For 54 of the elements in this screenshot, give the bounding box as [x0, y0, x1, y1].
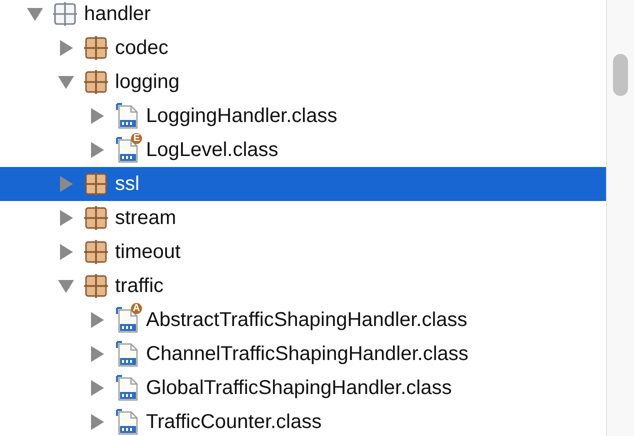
- tree-row[interactable]: traffic: [0, 269, 606, 303]
- tree-row[interactable]: ChannelTrafficShapingHandler.class: [0, 337, 606, 371]
- class-badge: A: [130, 303, 142, 314]
- tree-item-label: AbstractTrafficShapingHandler.class: [146, 308, 468, 332]
- expand-toggle-icon[interactable]: [89, 414, 105, 430]
- tree-row[interactable]: E LogLevel.class: [0, 133, 606, 167]
- package-icon: [83, 205, 109, 231]
- tree-row[interactable]: LoggingHandler.class: [0, 99, 606, 133]
- expand-toggle-icon[interactable]: [89, 346, 105, 362]
- tree-row[interactable]: GlobalTrafficShapingHandler.class: [0, 371, 606, 405]
- tree-item-label: GlobalTrafficShapingHandler.class: [146, 376, 452, 400]
- tree-row[interactable]: ssl: [0, 167, 606, 201]
- tree-item-label: timeout: [115, 240, 181, 264]
- tree-item-label: traffic: [115, 274, 164, 298]
- tree-item-label: logging: [115, 70, 180, 94]
- tree-row[interactable]: stream: [0, 201, 606, 235]
- tree-item-label: ChannelTrafficShapingHandler.class: [146, 342, 468, 366]
- tree-row[interactable]: TrafficCounter.class: [0, 405, 606, 436]
- tree-row[interactable]: handler: [0, 0, 606, 31]
- package-icon: [83, 171, 109, 197]
- expand-toggle-icon[interactable]: [89, 380, 105, 396]
- scroll-thumb[interactable]: [613, 54, 628, 96]
- class-file-icon: [114, 340, 140, 368]
- expand-toggle-icon[interactable]: [58, 210, 74, 226]
- tree-row[interactable]: logging: [0, 65, 606, 99]
- tree-item-label: TrafficCounter.class: [146, 410, 322, 434]
- package-icon: [83, 69, 109, 95]
- tree-item-label: stream: [115, 206, 176, 230]
- expand-toggle-icon[interactable]: [89, 142, 105, 158]
- expand-toggle-icon[interactable]: [89, 108, 105, 124]
- tree-item-label: LogLevel.class: [146, 138, 278, 162]
- class-file-icon: [114, 306, 140, 334]
- package-icon: [83, 239, 109, 265]
- expand-toggle-icon[interactable]: [58, 278, 74, 294]
- expand-toggle-icon[interactable]: [89, 312, 105, 328]
- tree-item-label: LoggingHandler.class: [146, 104, 338, 128]
- class-badge: E: [131, 133, 142, 144]
- tree-row[interactable]: timeout: [0, 235, 606, 269]
- expand-toggle-icon[interactable]: [58, 244, 74, 260]
- expand-toggle-icon[interactable]: [58, 40, 74, 56]
- expand-toggle-icon[interactable]: [58, 74, 74, 90]
- tree-row[interactable]: codec: [0, 31, 606, 65]
- class-file-icon: [114, 102, 140, 130]
- class-file-icon: [114, 374, 140, 402]
- tree-item-label: ssl: [115, 172, 140, 196]
- package-icon: [83, 35, 109, 61]
- tree-row[interactable]: A AbstractTrafficShapingHandler.class: [0, 303, 606, 337]
- package-icon: [83, 273, 109, 299]
- class-file-icon: [114, 136, 140, 164]
- tree-item-label: codec: [115, 36, 168, 60]
- expand-toggle-icon[interactable]: [27, 6, 43, 22]
- expand-toggle-icon[interactable]: [58, 176, 74, 192]
- scrollbar[interactable]: [606, 0, 634, 436]
- tree-item-label: handler: [84, 2, 151, 26]
